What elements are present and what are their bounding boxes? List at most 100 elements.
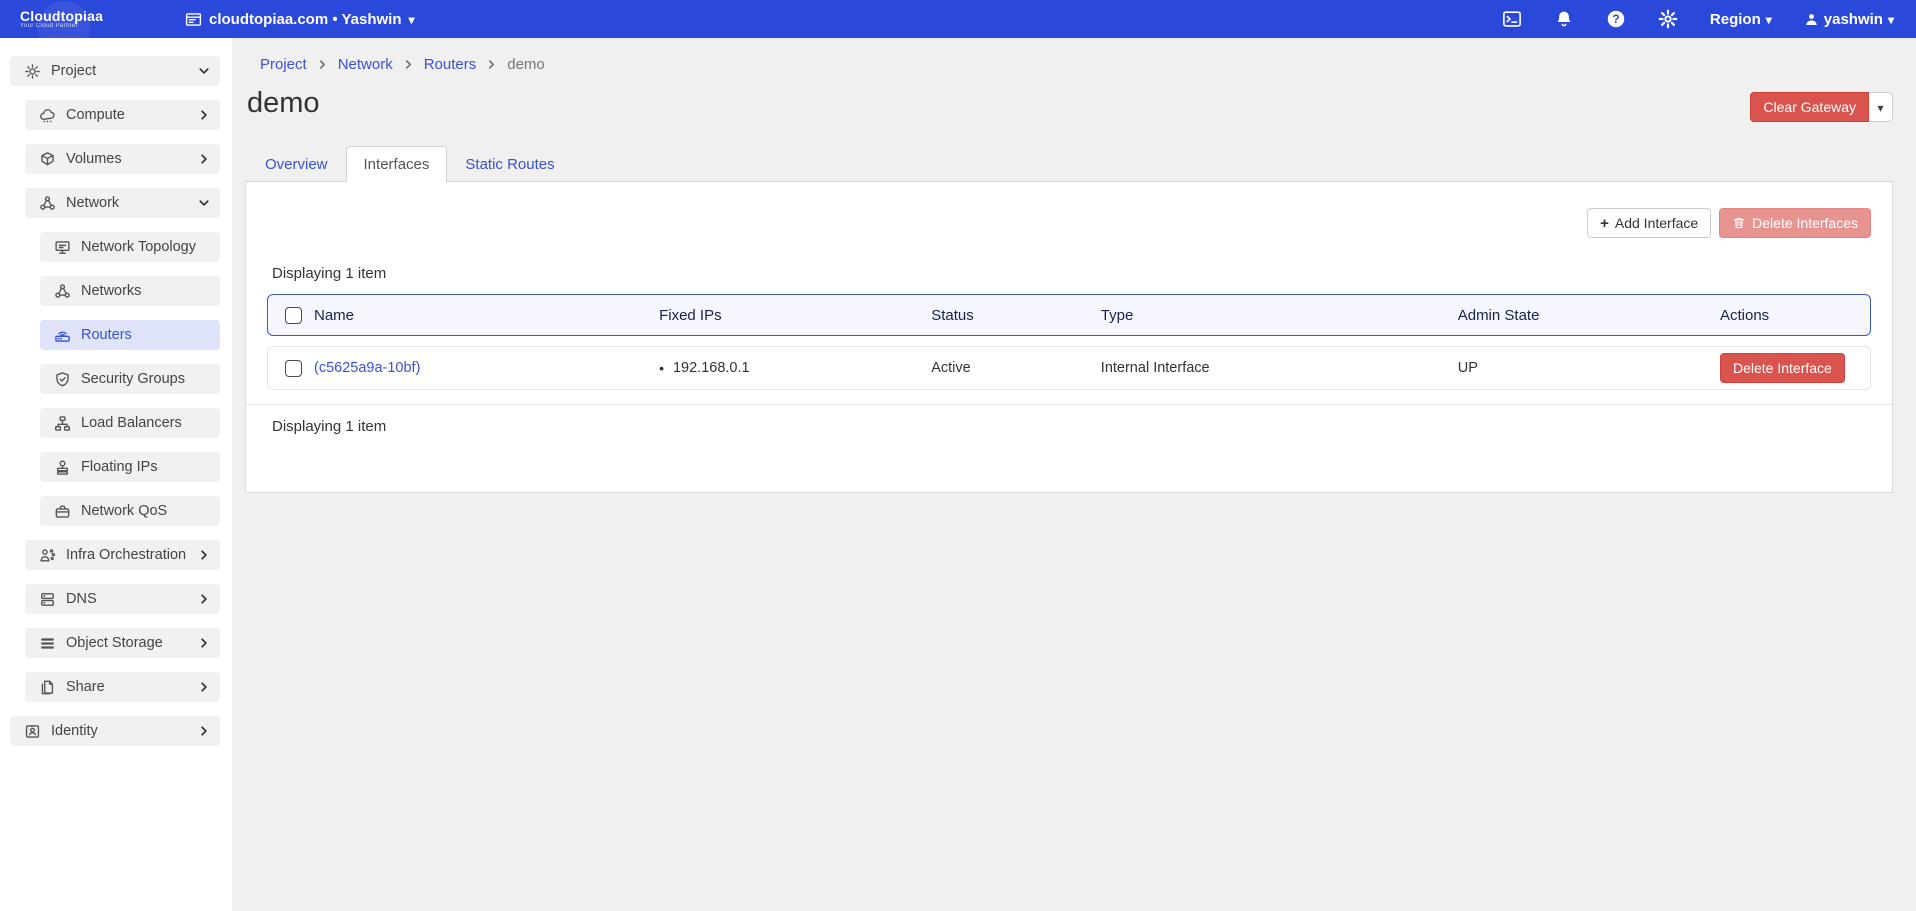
column-header-type: Type xyxy=(1101,307,1458,324)
breadcrumb-separator-icon xyxy=(486,59,497,70)
user-icon xyxy=(1804,12,1819,27)
security-icon xyxy=(54,371,71,388)
cell-fixed-ips: 192.168.0.1 xyxy=(659,360,931,377)
column-header-actions: Actions xyxy=(1720,307,1870,324)
chevron-down-icon xyxy=(198,197,210,209)
project-context-switcher[interactable]: cloudtopiaa.com • Yashwin xyxy=(185,11,415,28)
clear-gateway-dropdown-toggle[interactable] xyxy=(1869,92,1893,122)
loadbalancer-icon xyxy=(54,415,71,432)
plus-icon xyxy=(1600,215,1609,232)
column-header-admin-state: Admin State xyxy=(1458,307,1720,324)
sidebar-item-label: Network QoS xyxy=(81,503,210,519)
tab-bar: OverviewInterfacesStatic Routes xyxy=(245,146,1893,182)
table-header: NameFixed IPsStatusTypeAdmin StateAction… xyxy=(267,294,1871,336)
caret-down-icon xyxy=(409,11,415,28)
sidebar-item-share[interactable]: Share xyxy=(25,672,220,702)
row-select-cell xyxy=(268,360,314,377)
sidebar-item-label: Share xyxy=(66,679,188,695)
breadcrumb: Project Network Routers demo xyxy=(245,56,1893,73)
sidebar-item-network[interactable]: Network xyxy=(25,188,220,218)
interface-name-link[interactable]: (c5625a9a-10bf) xyxy=(314,360,420,376)
sidebar-item-load-balancers[interactable]: Load Balancers xyxy=(40,408,220,438)
sidebar-item-project[interactable]: Project xyxy=(10,56,220,86)
clear-gateway-button[interactable]: Clear Gateway xyxy=(1750,92,1869,122)
interfaces-panel: Add Interface Delete Interfaces Displayi… xyxy=(245,182,1893,493)
breadcrumb-link-routers[interactable]: Routers xyxy=(424,56,477,73)
user-menu[interactable]: yashwin xyxy=(1804,11,1894,28)
trash-icon xyxy=(1732,216,1746,230)
sidebar-item-label: Network xyxy=(66,195,188,211)
tab-overview[interactable]: Overview xyxy=(247,146,346,182)
sidebar-item-dns[interactable]: DNS xyxy=(25,584,220,614)
help-icon[interactable]: ? xyxy=(1606,9,1626,29)
top-navbar: Cloudtopiaa Your Cloud Partner cloudtopi… xyxy=(0,0,1916,38)
select-all-checkbox[interactable] xyxy=(285,307,302,324)
cell-type: Internal Interface xyxy=(1101,360,1458,376)
routers-icon xyxy=(54,327,71,344)
user-label: yashwin xyxy=(1824,11,1883,28)
breadcrumb-link-network[interactable]: Network xyxy=(338,56,393,73)
chevron-right-icon xyxy=(198,681,210,693)
sidebar-item-network-topology[interactable]: Network Topology xyxy=(40,232,220,262)
qos-icon xyxy=(54,503,71,520)
sidebar-item-label: Infra Orchestration xyxy=(66,547,188,563)
breadcrumb-separator-icon xyxy=(403,59,414,70)
storage-icon xyxy=(39,635,56,652)
topology-icon xyxy=(54,239,71,256)
sidebar-item-identity[interactable]: Identity xyxy=(10,716,220,746)
sidebar-item-networks[interactable]: Networks xyxy=(40,276,220,306)
sidebar-item-routers[interactable]: Routers xyxy=(40,320,220,350)
table-footer-count: Displaying 1 item xyxy=(246,404,1892,480)
sidebar-item-object-storage[interactable]: Object Storage xyxy=(25,628,220,658)
cell-admin-state: UP xyxy=(1458,360,1720,376)
sidebar-item-security-groups[interactable]: Security Groups xyxy=(40,364,220,394)
column-header-fixed-ips: Fixed IPs xyxy=(659,307,931,324)
delete-interfaces-label: Delete Interfaces xyxy=(1752,215,1858,231)
chevron-down-icon xyxy=(198,65,210,77)
breadcrumb-link-project[interactable]: Project xyxy=(260,56,307,73)
console-icon[interactable] xyxy=(1502,9,1522,29)
sidebar-item-label: Identity xyxy=(51,723,188,739)
tab-static-routes[interactable]: Static Routes xyxy=(447,146,572,182)
logo-tagline: Your Cloud Partner xyxy=(20,23,103,29)
sidebar-item-label: Project xyxy=(51,63,188,79)
breadcrumb-separator-icon xyxy=(317,59,328,70)
row-checkbox[interactable] xyxy=(285,360,302,377)
list-bullet xyxy=(659,360,664,377)
caret-down-icon xyxy=(1766,11,1772,28)
floatingip-icon xyxy=(54,459,71,476)
sidebar-item-label: Object Storage xyxy=(66,635,188,651)
sidebar-item-volumes[interactable]: Volumes xyxy=(25,144,220,174)
tab-interfaces[interactable]: Interfaces xyxy=(346,146,448,182)
share-icon xyxy=(39,679,56,696)
delete-interface-button[interactable]: Delete Interface xyxy=(1720,353,1845,383)
region-dropdown[interactable]: Region xyxy=(1710,11,1772,28)
notifications-bell-icon[interactable] xyxy=(1554,9,1574,29)
settings-gear-icon[interactable] xyxy=(1658,9,1678,29)
navbar-right: ? Region yashwin xyxy=(1502,9,1916,29)
sidebar-item-label: DNS xyxy=(66,591,188,607)
sidebar-item-label: Compute xyxy=(66,107,188,123)
chevron-right-icon xyxy=(198,549,210,561)
volumes-icon xyxy=(39,151,56,168)
sidebar-item-network-qos[interactable]: Network QoS xyxy=(40,496,220,526)
delete-interfaces-button[interactable]: Delete Interfaces xyxy=(1719,208,1871,238)
add-interface-button[interactable]: Add Interface xyxy=(1587,208,1711,238)
breadcrumb-current: demo xyxy=(507,56,545,73)
compute-icon xyxy=(39,107,56,124)
sidebar-item-label: Load Balancers xyxy=(81,415,210,431)
networks-icon xyxy=(54,283,71,300)
main-content: Project Network Routers demo demo Clear Gat… xyxy=(232,38,1916,911)
sidebar-item-label: Volumes xyxy=(66,151,188,167)
sidebar-item-infra-orchestration[interactable]: Infra Orchestration xyxy=(25,540,220,570)
sidebar-item-label: Network Topology xyxy=(81,239,210,255)
chevron-right-icon xyxy=(198,637,210,649)
fixed-ip-value: 192.168.0.1 xyxy=(673,360,750,376)
chevron-right-icon xyxy=(198,593,210,605)
sidebar-item-floating-ips[interactable]: Floating IPs xyxy=(40,452,220,482)
sidebar-item-compute[interactable]: Compute xyxy=(25,100,220,130)
identity-icon xyxy=(24,723,41,740)
chevron-right-icon xyxy=(198,109,210,121)
select-all-cell xyxy=(268,307,314,324)
logo[interactable]: Cloudtopiaa Your Cloud Partner xyxy=(0,9,150,29)
